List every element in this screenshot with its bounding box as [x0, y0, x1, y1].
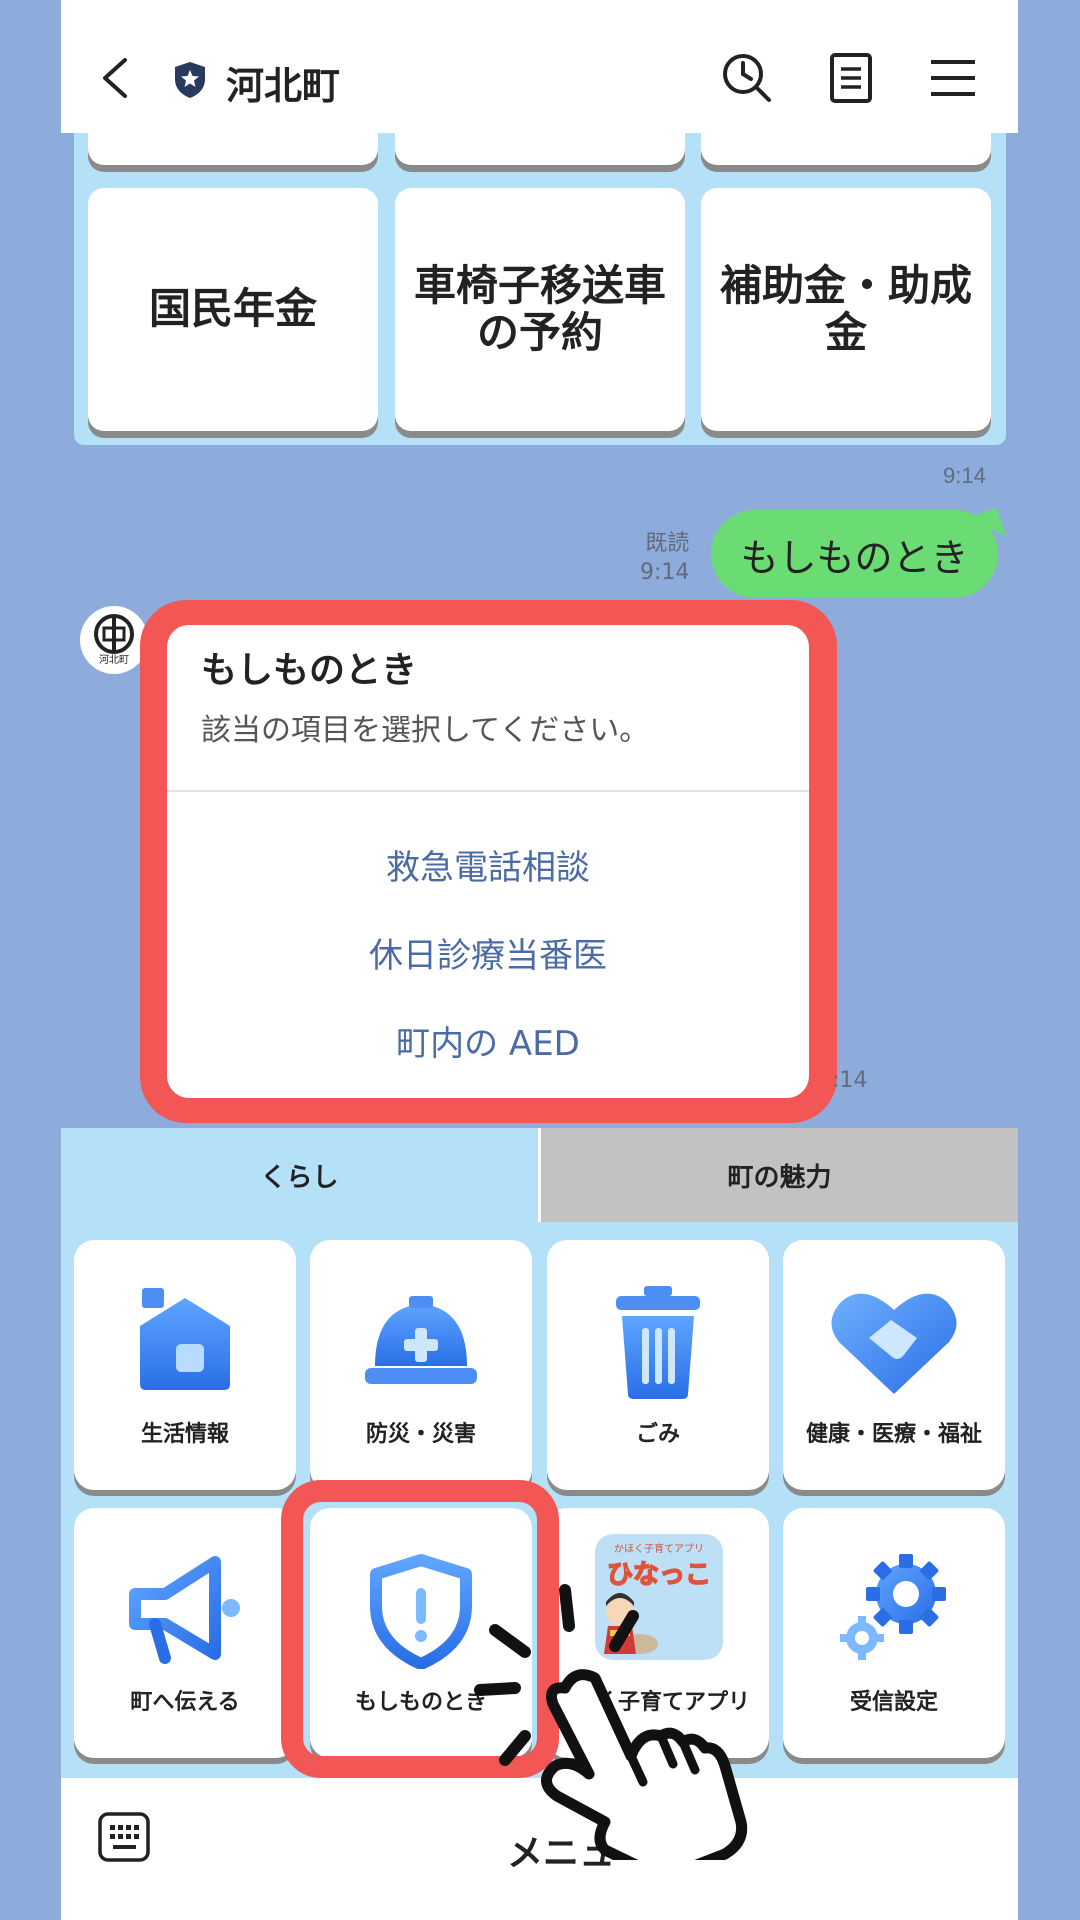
trash-can-icon [616, 1286, 700, 1399]
read-time: 9:14 [640, 559, 690, 585]
tile-subsidies[interactable]: 補助金・助成金 [701, 188, 991, 431]
option-town-aed[interactable]: 町内の AED [167, 1016, 809, 1065]
megaphone-icon [129, 1556, 240, 1664]
menu-item-label: ごみ [635, 1422, 680, 1447]
menu-item-garbage[interactable]: ごみ [547, 1240, 769, 1490]
menu-item-label: 防災・災害 [365, 1422, 476, 1447]
read-label: 既読 [645, 531, 690, 556]
message-time: :14 [832, 1068, 868, 1093]
divider [167, 790, 809, 792]
hamburger-menu-icon[interactable] [927, 52, 979, 104]
menu-item-health[interactable]: 健康・医療・福祉 [783, 1240, 1005, 1490]
menu-item-notification-settings[interactable]: 受信設定 [783, 1508, 1005, 1758]
menu-item-label: 健康・医療・福祉 [805, 1422, 982, 1447]
app-badge-top: かほく子育てアプリ [614, 1544, 704, 1555]
heart-handshake-icon [831, 1293, 957, 1394]
gear-icon [840, 1554, 946, 1660]
back-arrow-icon[interactable] [95, 56, 139, 100]
helmet-icon [365, 1296, 477, 1384]
menu-item-life-info[interactable]: 生活情報 [74, 1240, 296, 1490]
menu-item-disaster[interactable]: 防災・災害 [310, 1240, 532, 1490]
header-bar: 河北町 [61, 0, 1018, 133]
option-emergency-phone[interactable]: 救急電話相談 [167, 840, 809, 889]
search-history-icon[interactable] [721, 52, 773, 104]
menu-item-report-town[interactable]: 町へ伝える [74, 1508, 296, 1758]
user-message-bubble: もしものとき [711, 510, 998, 598]
menu-item-label: 町へ伝える [130, 1690, 240, 1715]
popup-title: もしものとき [201, 650, 418, 691]
chat-title: 河北町 [226, 64, 341, 108]
quick-reply-card: もしものとき 該当の項目を選択してください。 救急電話相談 休日診療当番医 町内… [167, 625, 809, 1098]
tap-hand-icon [474, 1584, 748, 1860]
tab-town-charm[interactable]: 町の魅力 [541, 1128, 1018, 1222]
avatar[interactable]: 河北町 [80, 606, 148, 674]
avatar-label: 河北町 [99, 655, 129, 666]
message-time: 9:14 [943, 463, 986, 488]
read-receipt: 既読 9:14 [640, 530, 689, 587]
popup-subtitle: 該当の項目を選択してください。 [201, 713, 650, 748]
official-shield-icon [175, 62, 205, 98]
tile-wheelchair-reservation[interactable]: 車椅子移送車 の予約 [395, 188, 685, 431]
menu-item-label: 生活情報 [140, 1422, 229, 1447]
keyboard-icon[interactable] [98, 1812, 150, 1862]
tile-national-pension[interactable]: 国民年金 [88, 188, 378, 431]
house-icon [140, 1288, 230, 1390]
option-holiday-doctor[interactable]: 休日診療当番医 [167, 928, 809, 977]
notes-icon[interactable] [825, 52, 877, 104]
tab-kurashi[interactable]: くらし [61, 1128, 538, 1222]
menu-item-label: 受信設定 [849, 1690, 938, 1715]
